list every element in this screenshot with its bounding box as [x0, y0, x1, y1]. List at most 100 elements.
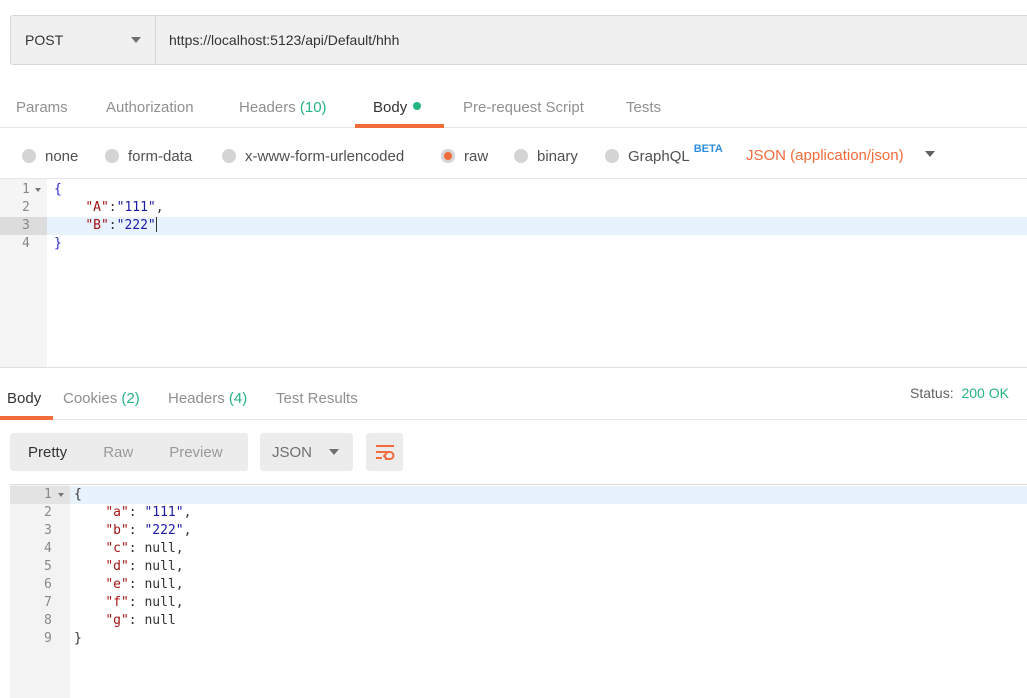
tab-label: Body — [7, 390, 42, 407]
tab-label: Headers — [239, 99, 296, 116]
code-text: "A":"111", — [85, 200, 164, 215]
tab-pre-request-script[interactable]: Pre-request Script — [463, 88, 584, 128]
chevron-down-icon — [131, 37, 141, 43]
tab-response-headers[interactable]: Headers (4) — [168, 378, 247, 420]
tab-label: Pre-request Script — [463, 99, 584, 116]
radio-none[interactable]: none — [22, 138, 78, 174]
code-text: { — [54, 182, 62, 197]
content-type-select[interactable]: JSON (application/json) — [746, 138, 904, 174]
line-number: 1 — [10, 486, 70, 504]
request-tabs: Params Authorization Headers (10) Body P… — [0, 88, 1027, 128]
wrap-lines-button[interactable] — [366, 433, 403, 471]
fold-arrow-icon[interactable] — [35, 188, 41, 192]
code-text: "f": null, — [105, 595, 184, 610]
code-text: "b": "222", — [105, 523, 192, 538]
radio-label: binary — [537, 147, 578, 165]
code-text: "g": null — [105, 613, 176, 628]
response-format-select[interactable]: JSON — [260, 433, 353, 471]
code-line: 3 "b": "222", — [10, 522, 1027, 540]
code-line: 5 "d": null, — [10, 558, 1027, 576]
tab-response-body[interactable]: Body — [7, 378, 41, 420]
line-number: 6 — [44, 577, 52, 592]
active-dot-icon — [413, 102, 422, 110]
status-value: 200 OK — [961, 385, 1009, 401]
response-tabs: Body Cookies (2) Headers (4) Test Result… — [0, 378, 1027, 420]
line-number: 1 — [0, 181, 47, 199]
tab-label: Body — [373, 99, 408, 116]
line-number: 3 — [0, 217, 47, 235]
radio-icon — [22, 149, 36, 163]
view-raw-button[interactable]: Raw — [85, 444, 151, 461]
code-text: "d": null, — [105, 559, 184, 574]
tab-count: (10) — [299, 99, 327, 116]
code-line: 2 "a": "111", — [10, 504, 1027, 522]
radio-label: form-data — [128, 147, 193, 165]
radio-x-www-form-urlencoded[interactable]: x-www-form-urlencoded — [222, 138, 404, 174]
radio-raw[interactable]: raw — [441, 138, 488, 174]
line-number: 3 — [44, 523, 52, 538]
tab-authorization[interactable]: Authorization — [106, 88, 194, 128]
code-line: 4 } — [0, 235, 1027, 253]
tab-cookies[interactable]: Cookies (2) — [63, 378, 140, 420]
line-number: 2 — [44, 505, 52, 520]
code-text: "B":"222" — [85, 217, 157, 233]
radio-label: GraphQL — [628, 147, 690, 165]
code-line: 2 "A":"111", — [0, 199, 1027, 217]
code-text: "e": null, — [105, 577, 184, 592]
tab-label: Test Results — [276, 390, 358, 407]
code-line: 7 "f": null, — [10, 594, 1027, 612]
radio-icon — [605, 149, 619, 163]
code-text: "c": null, — [105, 541, 184, 556]
request-url-bar: POST — [10, 15, 1027, 65]
tab-label: Cookies — [63, 390, 118, 407]
line-number: 8 — [44, 613, 52, 628]
code-text: { — [74, 487, 82, 502]
tab-label: Headers — [168, 390, 225, 407]
chevron-down-icon[interactable] — [925, 151, 935, 157]
radio-binary[interactable]: binary — [514, 138, 578, 174]
radio-icon — [105, 149, 119, 163]
tab-headers[interactable]: Headers (10) — [239, 88, 327, 128]
tab-body[interactable]: Body — [373, 88, 422, 128]
radio-graphql[interactable]: GraphQL BETA — [605, 138, 723, 174]
line-number: 4 — [22, 236, 30, 251]
line-number: 4 — [44, 541, 52, 556]
radio-label: x-www-form-urlencoded — [245, 147, 405, 165]
view-pretty-button[interactable]: Pretty — [10, 444, 85, 461]
radio-label: none — [45, 147, 79, 165]
chevron-down-icon — [329, 449, 339, 455]
fold-arrow-icon[interactable] — [58, 493, 64, 497]
tab-label: Tests — [626, 99, 662, 116]
tab-test-results[interactable]: Test Results — [276, 378, 358, 420]
code-line: 9 } — [10, 630, 1027, 648]
code-line: 1 { — [0, 181, 1027, 199]
method-select[interactable]: POST — [11, 16, 156, 64]
radio-icon — [222, 149, 236, 163]
format-label: JSON — [272, 443, 313, 461]
response-status: Status: 200 OK — [910, 385, 1009, 401]
url-input[interactable] — [156, 16, 1027, 64]
text-cursor — [155, 217, 157, 232]
code-text: "a": "111", — [105, 505, 192, 520]
tab-tests[interactable]: Tests — [626, 88, 661, 128]
response-body-viewer[interactable]: 1 { 2 "a": "111", 3 "b": "222", 4 "c": n… — [10, 484, 1027, 698]
tab-label: Params — [16, 99, 68, 116]
tab-label: Authorization — [106, 99, 194, 116]
code-line: 8 "g": null — [10, 612, 1027, 630]
method-label: POST — [25, 32, 64, 48]
line-number: 2 — [22, 200, 30, 215]
request-body-editor[interactable]: 1 { 2 "A":"111", 3 "B":"222" 4 } — [0, 178, 1027, 368]
radio-icon — [514, 149, 528, 163]
tab-count: (2) — [121, 390, 140, 407]
beta-badge: BETA — [693, 143, 723, 155]
wrap-lines-icon — [375, 445, 394, 460]
radio-form-data[interactable]: form-data — [105, 138, 192, 174]
view-preview-button[interactable]: Preview — [151, 444, 240, 461]
radio-label: raw — [464, 147, 489, 165]
line-number: 9 — [44, 631, 52, 646]
response-view-toggle: Pretty Raw Preview — [10, 433, 248, 471]
code-line-active: 3 "B":"222" — [0, 217, 1027, 235]
tab-params[interactable]: Params — [16, 88, 68, 128]
code-line: 6 "e": null, — [10, 576, 1027, 594]
line-number: 7 — [44, 595, 52, 610]
